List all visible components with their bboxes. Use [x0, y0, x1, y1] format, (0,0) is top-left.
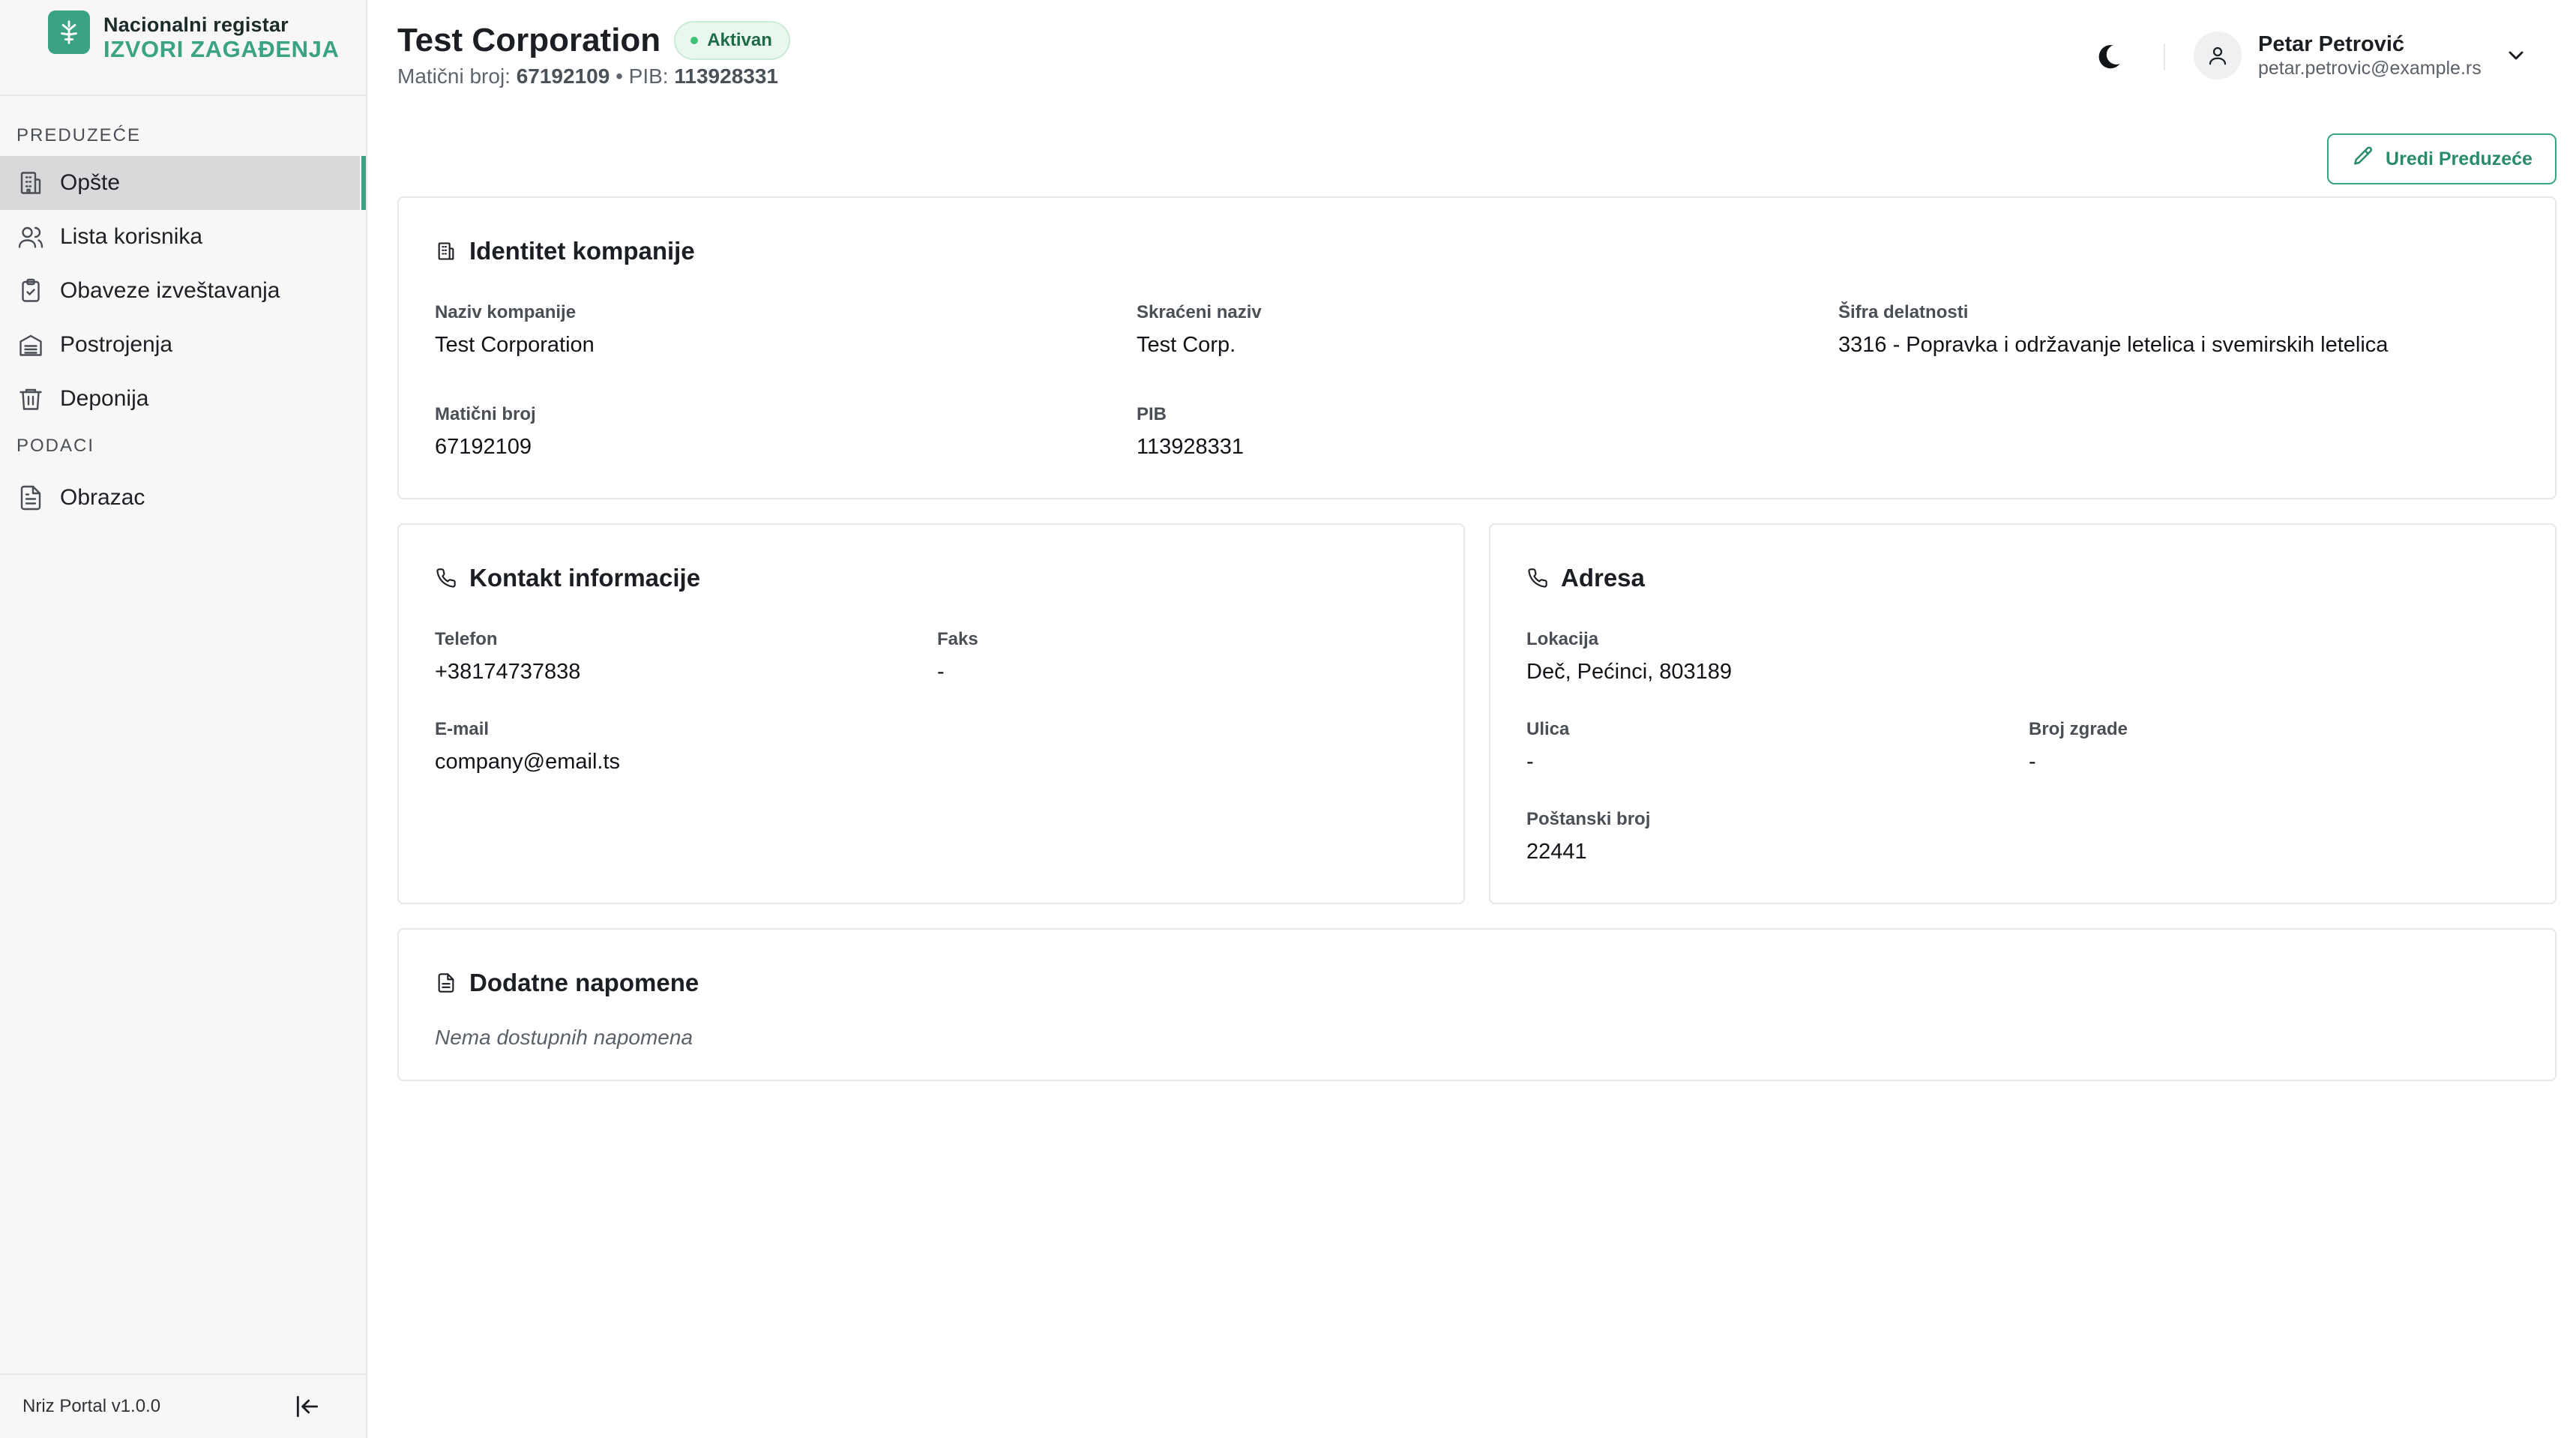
status-dot-icon: [690, 37, 699, 44]
sidebar-item-label: Obrazac: [60, 485, 145, 510]
brand-title: Nacionalni registar: [103, 13, 289, 36]
card-title: Adresa: [1561, 564, 1645, 592]
sidebar-item-label: Deponija: [60, 386, 149, 411]
page-title: Test Corporation: [397, 22, 661, 58]
location-label: Lokacija: [1526, 629, 1599, 649]
building-number-label: Broj zgrade: [2029, 719, 2128, 739]
short-name-value: Test Corp.: [1137, 333, 1236, 357]
email-value: company@email.ts: [435, 750, 621, 774]
short-name-label: Skraćeni naziv: [1137, 302, 1262, 322]
fax-label: Faks: [937, 629, 978, 649]
company-ids: Matični broj: 67192109 • PIB: 113928331: [397, 64, 778, 88]
building-icon: [16, 169, 45, 197]
company-name-label: Naziv kompanije: [435, 302, 577, 322]
nav-section-company: PREDUZEĆE: [16, 125, 142, 145]
brand[interactable]: Nacionalni registar IZVORI ZAGAĐENJA: [0, 0, 366, 96]
activity-code-label: Šifra delatnosti: [1838, 302, 1969, 322]
street-label: Ulica: [1526, 719, 1570, 739]
pencil-icon: [2351, 145, 2375, 174]
users-icon: [16, 223, 45, 251]
phone-icon: [435, 567, 457, 589]
registration-number-value: 67192109: [435, 435, 532, 459]
sidebar: Nacionalni registar IZVORI ZAGAĐENJA PRE…: [0, 0, 367, 1438]
card-title: Kontakt informacije: [469, 564, 701, 592]
building-number-value: -: [2029, 750, 2036, 774]
registration-number-label: Matični broj: [435, 404, 536, 424]
pib-label: PIB:: [628, 64, 669, 88]
identity-card: Identitet kompanije Naziv kompanije Test…: [397, 196, 2557, 499]
sidebar-item-reporting[interactable]: Obaveze izveštavanja: [0, 264, 366, 318]
pib-value: 113928331: [1137, 435, 1245, 459]
user-menu[interactable]: Petar Petrović petar.petrovic@example.rs: [2194, 31, 2528, 79]
mb-value: 67192109: [516, 64, 610, 88]
clipboard-check-icon: [16, 277, 45, 305]
sidebar-footer: Nriz Portal v1.0.0: [0, 1374, 366, 1438]
brand-subtitle: IZVORI ZAGAĐENJA: [103, 36, 340, 62]
moon-icon[interactable]: [2092, 40, 2125, 73]
logo-icon: [48, 10, 90, 54]
building-icon: [435, 240, 457, 262]
activity-code-value: 3316 - Popravka i održavanje letelica i …: [1838, 333, 2389, 357]
pib-value: 113928331: [674, 64, 778, 88]
status-badge: Aktivan: [674, 21, 790, 60]
phone-value: +38174737838: [435, 660, 581, 684]
sidebar-item-label: Obaveze izveštavanja: [60, 278, 280, 303]
pib-label: PIB: [1137, 404, 1167, 424]
factory-icon: [16, 331, 45, 359]
sidebar-item-facilities[interactable]: Postrojenja: [0, 318, 366, 372]
user-avatar-icon: [2194, 31, 2242, 79]
user-name: Petar Petrović: [2258, 32, 2405, 56]
document-icon: [16, 484, 45, 512]
edit-company-label: Uredi Preduzeće: [2386, 148, 2533, 169]
postal-code-label: Poštanski broj: [1526, 809, 1651, 829]
notes-empty-text: Nema dostupnih napomena: [435, 1026, 693, 1049]
fax-value: -: [937, 660, 945, 684]
sidebar-item-label: Postrojenja: [60, 332, 173, 357]
address-card: Adresa Lokacija Deč, Pećinci, 803189 Uli…: [1489, 523, 2557, 904]
email-label: E-mail: [435, 719, 490, 739]
id-separator: •: [616, 64, 623, 88]
trash-icon: [16, 385, 45, 413]
sidebar-item-label: Lista korisnika: [60, 224, 203, 249]
nav-section-data: PODACI: [16, 436, 95, 456]
notes-card: Dodatne napomene Nema dostupnih napomena: [397, 928, 2557, 1081]
page-header: Test Corporation Aktivan Matični broj: 6…: [367, 0, 2576, 97]
phone-icon: [1526, 567, 1549, 589]
street-value: -: [1526, 750, 1534, 774]
card-title: Dodatne napomene: [469, 969, 699, 996]
document-icon: [435, 972, 457, 994]
main-content: Test Corporation Aktivan Matični broj: 6…: [367, 0, 2576, 1438]
company-name-value: Test Corporation: [435, 333, 595, 357]
mb-label: Matični broj:: [397, 64, 511, 88]
sidebar-item-label: Opšte: [60, 170, 121, 195]
chevron-down-icon[interactable]: [2504, 43, 2528, 67]
phone-label: Telefon: [435, 629, 498, 649]
edit-company-button[interactable]: Uredi Preduzeće: [2327, 133, 2557, 184]
status-label: Aktivan: [707, 30, 772, 50]
sidebar-item-users[interactable]: Lista korisnika: [0, 210, 366, 264]
sidebar-item-landfill[interactable]: Deponija: [0, 372, 366, 426]
location-value: Deč, Pećinci, 803189: [1526, 660, 1733, 684]
header-divider: [2164, 43, 2165, 70]
app-version: Nriz Portal v1.0.0: [22, 1396, 161, 1416]
user-email: petar.petrovic@example.rs: [2258, 58, 2482, 79]
card-title: Identitet kompanije: [469, 237, 695, 265]
sidebar-item-general[interactable]: Opšte: [0, 156, 366, 210]
sidebar-item-form[interactable]: Obrazac: [0, 471, 366, 525]
contact-card: Kontakt informacije Telefon +38174737838…: [397, 523, 1465, 904]
postal-code-value: 22441: [1526, 840, 1587, 864]
collapse-sidebar-icon[interactable]: [292, 1392, 322, 1422]
